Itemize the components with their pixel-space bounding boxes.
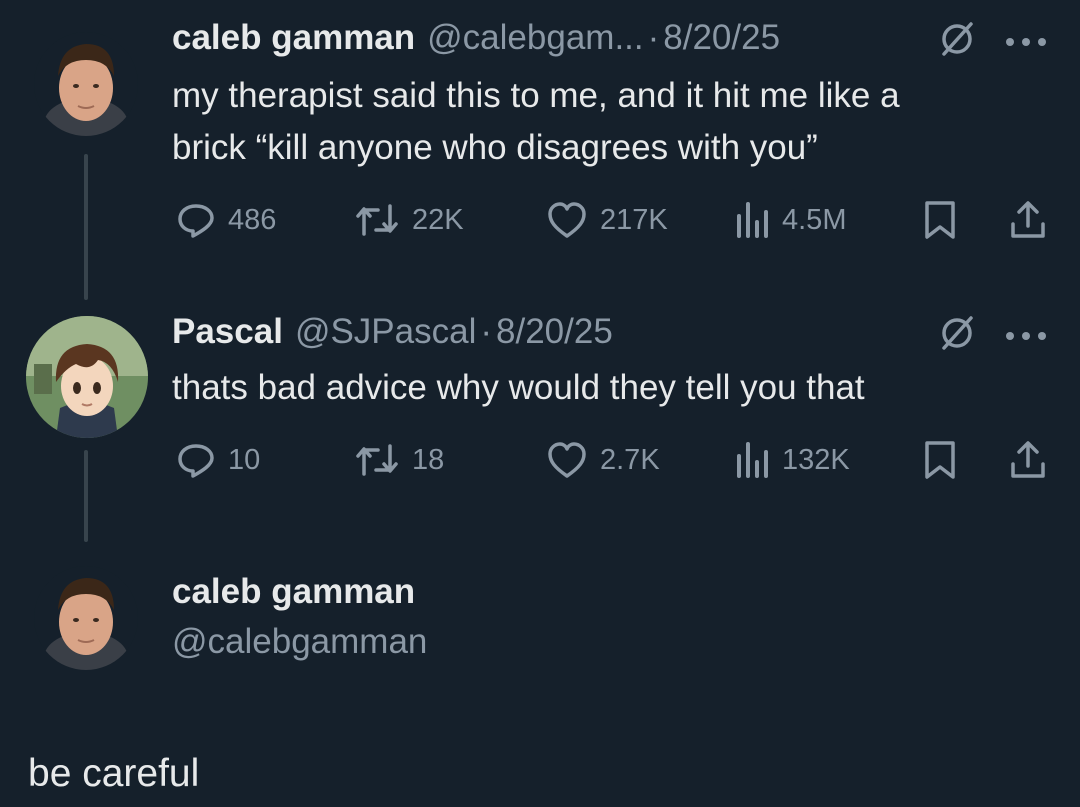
profile-handle[interactable]: @calebgamman <box>172 622 427 662</box>
views-count: 132K <box>782 443 850 476</box>
share-icon <box>1011 441 1045 478</box>
like-button[interactable]: 217K <box>546 200 668 240</box>
like-button[interactable]: 2.7K <box>546 440 660 480</box>
repost-count: 18 <box>412 443 445 476</box>
profile-name[interactable]: caleb gamman <box>172 572 415 612</box>
tweet-text: my therapist said this to me, and it hit… <box>172 70 1052 174</box>
more-icon[interactable] <box>1004 328 1048 346</box>
views-icon <box>737 442 768 478</box>
share-button[interactable] <box>1008 200 1048 240</box>
reply-count: 486 <box>228 203 277 236</box>
more-icon[interactable] <box>1004 34 1048 52</box>
bookmark-icon <box>925 441 955 479</box>
tweet-text-line: my therapist said this to me, and it hit… <box>172 76 900 115</box>
action-bar: 10 18 2.7K 132K <box>172 440 1052 480</box>
author-name[interactable]: caleb gamman <box>172 18 415 58</box>
avatar[interactable] <box>34 32 138 136</box>
avatar[interactable] <box>34 566 138 670</box>
like-icon <box>548 202 586 238</box>
views-icon <box>737 202 768 238</box>
tweet-text-line: thats bad advice why would they tell you… <box>172 368 865 407</box>
reply-count: 10 <box>228 443 261 476</box>
bookmark-button[interactable] <box>922 440 958 480</box>
views-button[interactable]: 4.5M <box>734 200 846 240</box>
tweet-header: Pascal @SJPascal · 8/20/25 <box>172 312 613 352</box>
tweet-header: caleb gamman @calebgam... · 8/20/25 <box>172 18 780 58</box>
caption-text: be careful <box>28 752 200 795</box>
views-count: 4.5M <box>782 203 847 236</box>
separator: · <box>647 18 660 57</box>
repost-button[interactable]: 22K <box>354 200 464 240</box>
tweet-date[interactable]: 8/20/25 <box>496 312 613 352</box>
bookmark-button[interactable] <box>922 200 958 240</box>
thread-line <box>84 154 88 300</box>
reply-button[interactable]: 10 <box>176 440 260 480</box>
tweet-date[interactable]: 8/20/25 <box>663 18 780 58</box>
tweet-text: thats bad advice why would they tell you… <box>172 362 1052 414</box>
like-count: 2.7K <box>600 443 660 476</box>
repost-button[interactable]: 18 <box>354 440 444 480</box>
repost-count: 22K <box>412 203 464 236</box>
share-icon <box>1011 201 1045 238</box>
action-bar: 486 22K 217K 4.5M <box>172 200 1052 240</box>
views-button[interactable]: 132K <box>734 440 850 480</box>
reply-button[interactable]: 486 <box>176 200 276 240</box>
grok-icon[interactable] <box>938 314 976 357</box>
reply-icon <box>178 444 214 478</box>
avatar[interactable] <box>26 316 148 438</box>
separator: · <box>480 312 493 351</box>
author-name[interactable]: Pascal <box>172 312 283 352</box>
thread-line <box>84 450 88 542</box>
retweet-icon <box>356 444 398 476</box>
grok-icon[interactable] <box>938 20 976 63</box>
share-button[interactable] <box>1008 440 1048 480</box>
bookmark-icon <box>925 201 955 239</box>
like-count: 217K <box>600 203 668 236</box>
author-handle[interactable]: @SJPascal <box>295 312 476 352</box>
reply-icon <box>178 204 214 238</box>
tweet-text-line: brick “kill anyone who disagrees with yo… <box>172 128 818 167</box>
like-icon <box>548 442 586 478</box>
author-handle[interactable]: @calebgam... <box>427 18 643 58</box>
retweet-icon <box>356 204 398 236</box>
